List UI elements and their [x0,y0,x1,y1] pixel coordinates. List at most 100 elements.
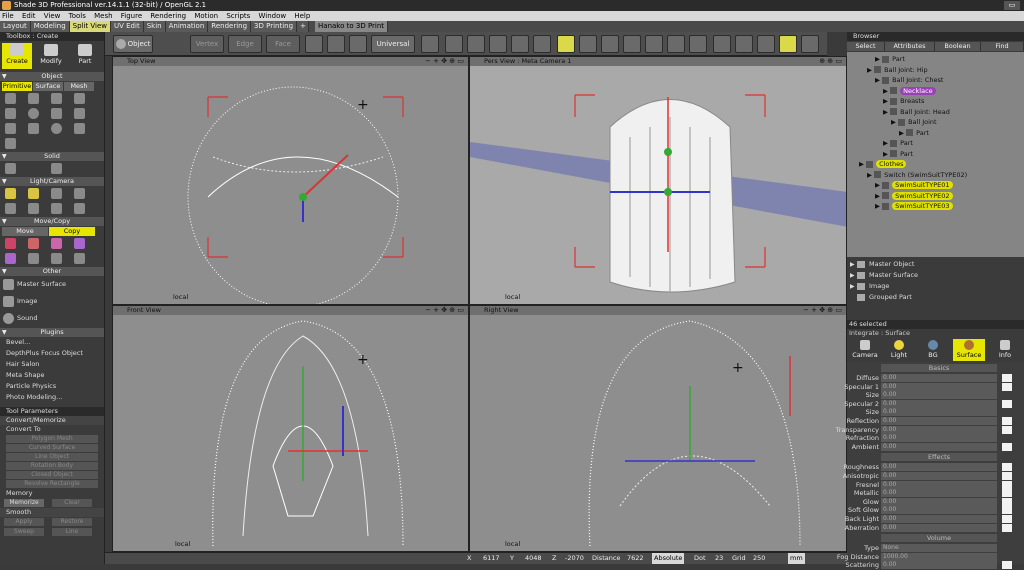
color-swatch[interactable] [1002,463,1012,472]
property-value-field[interactable]: 0.00 [881,523,997,532]
property-value-field[interactable]: None [881,544,997,553]
expand-arrow-icon[interactable]: ▶ [867,171,874,179]
pivot-icon[interactable] [489,35,507,53]
color-swatch[interactable] [1002,561,1012,570]
color-swatch[interactable] [1002,417,1012,425]
point-icon[interactable] [5,93,16,104]
tab-copy[interactable]: Copy [49,227,95,236]
plugin-particle-physics[interactable]: Particle Physics [0,381,104,392]
sphere-icon[interactable] [28,108,39,119]
tab-split-view[interactable]: Split View [69,21,111,32]
object-mode-button[interactable]: Object [113,35,153,53]
lasso-icon[interactable] [327,35,345,53]
color-swatch[interactable] [1002,506,1012,515]
memorize-button[interactable]: Memorize [4,499,44,507]
tab-bg[interactable]: BG [917,339,949,361]
smooth-restore-button[interactable]: Restore [52,518,92,526]
menu-window[interactable]: Window [259,12,287,20]
menu-help[interactable]: Help [294,12,310,20]
tree-node[interactable]: ▶ SwimSuitTYPE01 [875,180,953,190]
tab-rendering[interactable]: Rendering [208,21,252,32]
menu-rendering[interactable]: Rendering [150,12,186,20]
tab-uv-edit[interactable]: UV Edit [111,21,144,32]
property-value-field[interactable]: 0.00 [881,425,997,434]
array-icon[interactable] [28,253,39,264]
ball-icon[interactable] [735,35,753,53]
menu-mesh[interactable]: Mesh [94,12,112,20]
cone-icon[interactable] [51,108,62,119]
expand-arrow-icon[interactable]: ▶ [875,202,882,210]
section-move-copy[interactable]: ▼ Move/Copy [0,217,104,226]
property-value-field[interactable]: 0.00 [881,463,997,472]
property-value-field[interactable]: 0.00 [881,399,997,408]
color-swatch[interactable] [1002,442,1012,451]
to-rotation-body-button[interactable]: Rotation Body [6,462,98,470]
vertex-mode-button[interactable]: Vertex [190,35,224,53]
smooth-line-button[interactable]: Line [52,528,92,536]
menu-file[interactable]: File [2,12,14,20]
clear-button[interactable]: Clear [52,499,92,507]
pers-view-viewport[interactable]: Pers View : Meta Camera 1 ⊕ ⊕ ▭ local [469,56,847,305]
plugin-meta-shape[interactable]: Meta Shape [0,370,104,381]
modify-mode-button[interactable]: Modify [36,43,66,69]
tab-surface[interactable]: Surface [953,339,985,361]
mirror-icon[interactable] [74,238,85,249]
capsule-icon[interactable] [74,123,85,134]
tab-camera[interactable]: Camera [849,339,881,361]
add-tab-button[interactable]: + [297,21,310,32]
tab-move[interactable]: Move [2,227,48,236]
restore-button[interactable]: ▭ [1004,1,1020,10]
expand-arrow-icon[interactable]: ▶ [883,139,890,147]
property-value-field[interactable]: 0.00 [881,472,997,480]
tab-modeling[interactable]: Modeling [30,21,70,32]
image-item[interactable]: Image [0,293,104,310]
circle-icon[interactable] [51,93,62,104]
box-icon[interactable] [5,108,16,119]
translate-icon[interactable] [5,238,16,249]
rotate-icon[interactable] [28,238,39,249]
plugin-depthplus[interactable]: DepthPlus Focus Object [0,348,104,359]
property-value-field[interactable]: 0.00 [881,489,997,498]
revolve-rectangle-button[interactable]: Revolve Rectangle [6,480,98,488]
shear-icon[interactable] [5,253,16,264]
part-mode-button[interactable]: Part [70,43,100,69]
property-value-field[interactable]: 0.00 [881,561,997,570]
to-polygon-mesh-button[interactable]: Polygon Mesh [6,435,98,443]
smooth-apply-button[interactable]: Apply [4,518,44,526]
render-icon[interactable] [533,35,551,53]
sun-icon[interactable] [5,188,16,199]
plugin-bevel[interactable]: Bevel... [0,337,104,348]
tab-mesh[interactable]: Mesh [64,82,94,91]
tree-node[interactable]: ▶ SwimSuitTYPE03 [875,201,953,211]
line-icon[interactable] [74,93,85,104]
color-swatch[interactable] [1002,382,1012,391]
tab-primitive[interactable]: Primitive [2,82,32,91]
color-swatch[interactable] [1002,523,1012,532]
wireframe-icon[interactable] [757,35,775,53]
top-view-viewport[interactable]: Top View − + ✥ ⊕ ▭ + local [112,56,469,305]
hatch-icon[interactable] [713,35,731,53]
pencil-icon[interactable] [28,123,39,134]
right-view-viewport[interactable]: Right View − + ✥ ⊕ ▭ + local [469,305,847,552]
mask-icon[interactable] [689,35,707,53]
property-value-field[interactable]: 0.00 [881,417,997,425]
section-plugins[interactable]: ▼ Plugins [0,328,104,337]
tree-node[interactable]: ▶ Ball Joint [891,117,937,127]
tree-node[interactable]: ▶ Part [883,149,913,159]
tree-node[interactable]: ▶ SwimSuitTYPE02 [875,191,953,201]
grouped-part-item[interactable]: Grouped Part [847,292,1024,303]
color-swatch[interactable] [1002,425,1012,434]
target-icon[interactable] [467,35,485,53]
property-value-field[interactable]: 0.00 [881,497,997,506]
smooth-sweep-button[interactable]: Sweep [4,528,44,536]
section-object[interactable]: ▼ Object [0,72,104,81]
expand-arrow-icon[interactable]: ▶ [859,160,866,168]
property-value-field[interactable]: 0.00 [881,382,997,391]
cone-light-icon[interactable] [28,203,39,214]
section-light-camera[interactable]: ▼ Light/Camera [0,177,104,186]
tree-node[interactable]: ▶ Necklace [883,86,936,96]
photo-camera-icon[interactable] [74,203,85,214]
tree-node[interactable]: ▶ Part [883,138,913,148]
expand-arrow-icon[interactable]: ▶ [867,66,874,74]
menu-figure[interactable]: Figure [121,12,142,20]
